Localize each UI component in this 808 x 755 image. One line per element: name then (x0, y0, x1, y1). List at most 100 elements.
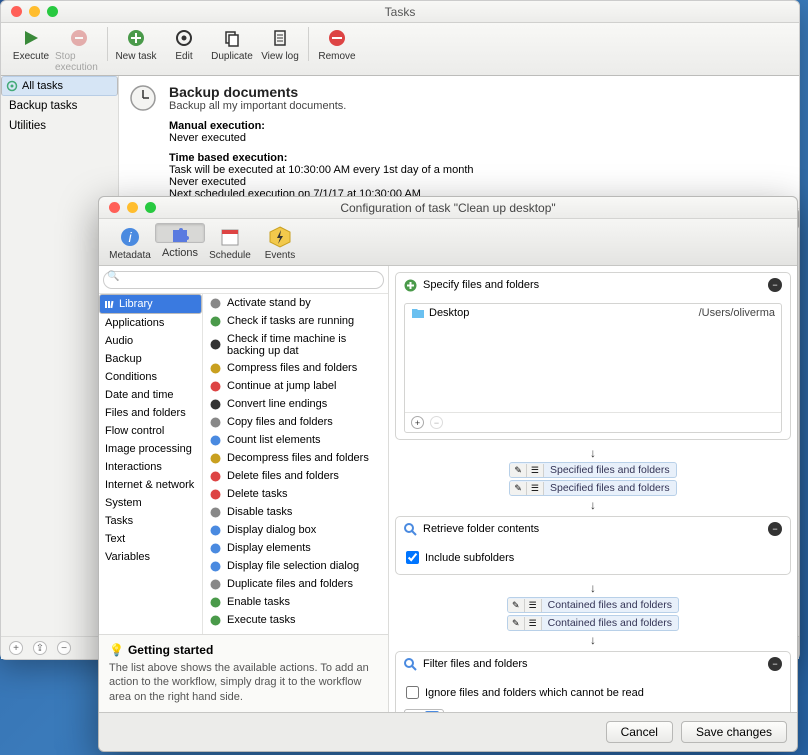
category-item[interactable]: Flow control (99, 422, 202, 440)
library-icon (104, 299, 115, 310)
help-panel: 💡Getting started The list above shows th… (99, 634, 388, 712)
category-item[interactable]: Internet & network (99, 476, 202, 494)
action-item[interactable]: Execute tasks (203, 611, 388, 629)
action-icon (209, 488, 222, 501)
include-subfolders-row[interactable]: Include subfolders (404, 547, 782, 568)
list-item[interactable]: Desktop /Users/oliverma (405, 304, 781, 322)
newtask-button[interactable]: New task (112, 27, 160, 62)
category-item[interactable]: Library (99, 294, 202, 314)
list-icon[interactable]: ☰ (525, 617, 542, 630)
collapse-icon[interactable]: − (768, 657, 782, 671)
tab-metadata[interactable]: i Metadata (105, 223, 155, 263)
execute-button[interactable]: Execute (7, 27, 55, 62)
remove-button[interactable]: Remove (313, 27, 361, 62)
action-item[interactable]: Compress files and folders (203, 359, 388, 377)
include-subfolders-checkbox[interactable] (406, 551, 419, 564)
action-item[interactable]: Continue at jump label (203, 377, 388, 395)
action-item[interactable]: Activate stand by (203, 294, 388, 312)
tab-schedule[interactable]: Schedule (205, 223, 255, 263)
action-item[interactable]: Delete tasks (203, 485, 388, 503)
category-item[interactable]: Text (99, 530, 202, 548)
category-item[interactable]: Files and folders (99, 404, 202, 422)
sidebar-item-utilities[interactable]: Utilities (1, 116, 118, 136)
flow-chip[interactable]: ✎☰Specified files and folders (509, 462, 676, 478)
action-item[interactable]: Display file selection dialog (203, 557, 388, 575)
save-button[interactable]: Save changes (681, 721, 787, 743)
category-item[interactable]: Image processing (99, 440, 202, 458)
action-icon (209, 542, 222, 555)
category-item[interactable]: Backup (99, 350, 202, 368)
list-icon[interactable]: ☰ (527, 464, 544, 477)
pencil-icon[interactable]: ✎ (508, 599, 525, 612)
minimize-icon[interactable] (29, 6, 40, 17)
zoom-icon[interactable] (47, 6, 58, 17)
action-item[interactable]: Check if time machine is backing up dat (203, 330, 388, 359)
tab-events[interactable]: Events (255, 223, 305, 263)
add-file-button[interactable]: + (411, 416, 424, 429)
action-item[interactable]: Count list elements (203, 431, 388, 449)
zoom-icon[interactable] (145, 202, 156, 213)
arrow-down-icon: ↓ (590, 446, 596, 460)
share-icon[interactable]: ⇪ (33, 641, 47, 655)
category-item[interactable]: Interactions (99, 458, 202, 476)
tab-actions[interactable]: Actions (155, 223, 205, 243)
duplicate-button[interactable]: Duplicate (208, 27, 256, 62)
close-icon[interactable] (109, 202, 120, 213)
action-icon (209, 315, 222, 328)
action-item[interactable]: Decompress files and folders (203, 449, 388, 467)
search-input[interactable] (103, 271, 384, 289)
cancel-button[interactable]: Cancel (606, 721, 673, 743)
action-item[interactable]: Delete files and folders (203, 467, 388, 485)
action-icon (209, 596, 222, 609)
collapse-icon[interactable]: − (768, 278, 782, 292)
action-icon (209, 452, 222, 465)
collapse-icon[interactable]: − (768, 522, 782, 536)
edit-button[interactable]: Edit (160, 27, 208, 62)
action-item[interactable]: Copy files and folders (203, 413, 388, 431)
file-list[interactable]: Desktop /Users/oliverma + − (404, 303, 782, 433)
viewlog-button[interactable]: View log (256, 27, 304, 62)
close-icon[interactable] (11, 6, 22, 17)
category-item[interactable]: Audio (99, 332, 202, 350)
add-button[interactable]: + (9, 641, 23, 655)
action-item[interactable]: Enable tasks (203, 593, 388, 611)
category-item[interactable]: Applications (99, 314, 202, 332)
pencil-icon[interactable]: ✎ (510, 464, 527, 477)
arrow-down-icon: ↓ (590, 581, 596, 595)
category-list[interactable]: LibraryApplicationsAudioBackupConditions… (99, 294, 203, 634)
action-item[interactable]: Duplicate files and folders (203, 575, 388, 593)
category-item[interactable]: Conditions (99, 368, 202, 386)
task-title: Backup documents (169, 84, 474, 100)
sidebar-item-backup[interactable]: Backup tasks (1, 96, 118, 116)
flow-chip[interactable]: ✎☰Contained files and folders (507, 615, 679, 631)
category-item[interactable]: Variables (99, 548, 202, 566)
category-item[interactable]: Date and time (99, 386, 202, 404)
action-item[interactable]: Display elements (203, 539, 388, 557)
info-icon: i (118, 225, 142, 249)
workflow-area[interactable]: Specify files and folders − Desktop /Use… (389, 266, 797, 712)
action-icon (209, 362, 222, 375)
list-icon[interactable]: ☰ (527, 482, 544, 495)
minimize-icon[interactable] (127, 202, 138, 213)
action-item[interactable]: Disable tasks (203, 503, 388, 521)
action-item[interactable]: Check if tasks are running (203, 312, 388, 330)
remove-circle-icon[interactable]: − (57, 641, 71, 655)
category-item[interactable]: System (99, 494, 202, 512)
pencil-icon[interactable]: ✎ (508, 617, 525, 630)
task-row[interactable]: Backup documents Backup all my important… (119, 76, 799, 209)
category-item[interactable]: Tasks (99, 512, 202, 530)
sidebar-item-all[interactable]: All tasks (1, 76, 118, 96)
action-list[interactable]: Activate stand byCheck if tasks are runn… (203, 294, 388, 634)
action-item[interactable]: Convert line endings (203, 395, 388, 413)
ignore-row[interactable]: Ignore files and folders which cannot be… (404, 682, 782, 703)
ignore-checkbox[interactable] (406, 686, 419, 699)
flow-chip[interactable]: ✎☰Specified files and folders (509, 480, 676, 496)
arrow-down-icon: ↓ (590, 633, 596, 647)
action-item[interactable]: Display dialog box (203, 521, 388, 539)
action-icon (209, 524, 222, 537)
pencil-icon[interactable]: ✎ (510, 482, 527, 495)
list-icon[interactable]: ☰ (525, 599, 542, 612)
action-icon (209, 506, 222, 519)
sidebar-all-label: All tasks (22, 80, 63, 92)
flow-chip[interactable]: ✎☰Contained files and folders (507, 597, 679, 613)
